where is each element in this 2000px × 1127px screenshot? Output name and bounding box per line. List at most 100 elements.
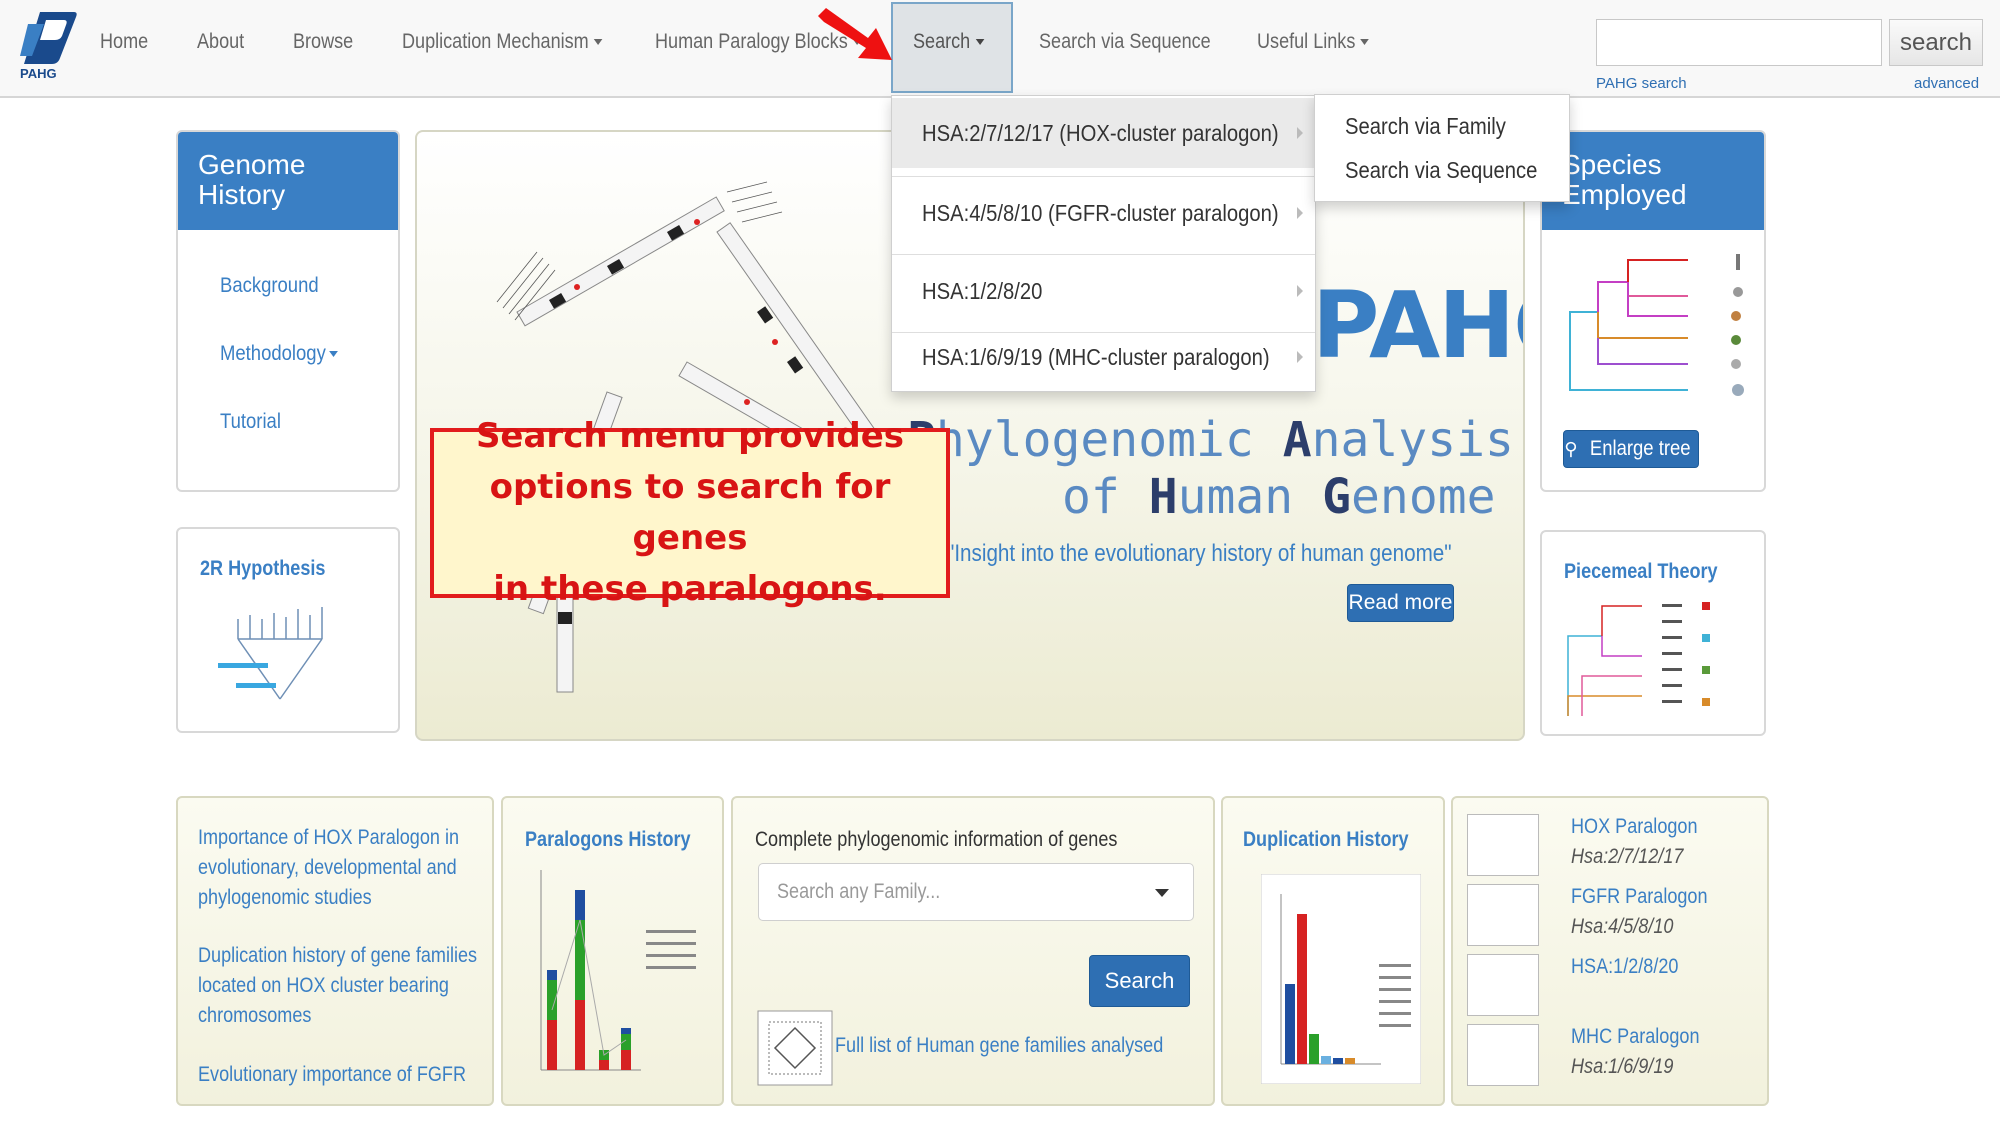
enlarge-tree-button[interactable]: ⚲ Enlarge tree (1563, 430, 1699, 468)
hero-tagline: "Insight into the evolutionary history o… (947, 540, 1452, 567)
genome-history-panel: Genome History Background Methodology Tu… (176, 130, 400, 492)
fgfr-paralogon-thumb[interactable] (1467, 884, 1539, 946)
submenu-search-via-sequence[interactable]: Search via Sequence (1345, 157, 1537, 184)
hsa-1-2-8-20-link[interactable]: HSA:1/2/8/20 (1571, 952, 1678, 982)
family-search-select[interactable]: Search any Family... (758, 863, 1194, 921)
link-evolutionary-fgfr[interactable]: Evolutionary importance of FGFR (198, 1060, 466, 1090)
hox-paralogon-chromosomes: Hsa:2/7/12/17 (1571, 845, 1684, 868)
duplication-history-title[interactable]: Duplication History (1243, 828, 1409, 852)
callout-line3: in these paralogons. (493, 569, 887, 609)
callout-line1: Search menu provides (475, 416, 905, 456)
species-panel: Species Employed ⚲ Enlarge tree (1540, 130, 1766, 492)
family-search-button[interactable]: Search (1089, 955, 1190, 1007)
species-tree-image (1569, 254, 1744, 396)
chevron-right-icon (1297, 127, 1303, 139)
nav-browse[interactable]: Browse (293, 30, 353, 54)
mhc-paralogon-thumb[interactable] (1467, 1024, 1539, 1086)
hsa-1-2-8-20-thumb[interactable] (1467, 954, 1539, 1016)
nav-search[interactable]: Search (913, 30, 984, 54)
pahg-search-link[interactable]: PAHG search (1596, 75, 1687, 92)
hero-sub-letter-g: G (1322, 469, 1352, 525)
hypothesis-panel[interactable]: 2R Hypothesis (176, 527, 400, 733)
logo-icon[interactable]: PAHG (18, 8, 80, 82)
hypothesis-tree-image (218, 607, 323, 700)
paralogons-history-title[interactable]: Paralogons History (525, 828, 691, 852)
piecemeal-panel[interactable]: Piecemeal Theory (1540, 530, 1766, 736)
read-more-button[interactable]: Read more (1347, 584, 1454, 622)
nav-duplication-mechanism[interactable]: Duplication Mechanism (402, 30, 603, 54)
piecemeal-title[interactable]: Piecemeal Theory (1564, 560, 1718, 584)
sidebar-item-tutorial[interactable]: Tutorial (220, 410, 281, 434)
caret-down-icon (329, 351, 339, 358)
dropdown-item-mhc-label: HSA:1/6/9/19 (MHC-cluster paralogon) (922, 343, 1270, 370)
hero-logo-text: PAHG (1312, 272, 1523, 379)
submenu-search-via-family[interactable]: Search via Family (1345, 113, 1506, 140)
nav-home[interactable]: Home (100, 30, 148, 54)
link-duplication-history-line1: Duplication history of gene families (198, 944, 478, 967)
mhc-paralogon-link[interactable]: MHC Paralogon Hsa:1/6/9/19 (1571, 1022, 1699, 1082)
dropdown-item-fgfr[interactable]: HSA:4/5/8/10 (FGFR-cluster paralogon) (892, 178, 1315, 248)
dropdown-item-hox[interactable]: HSA:2/7/12/17 (HOX-cluster paralogon) (892, 98, 1315, 168)
fgfr-paralogon-link[interactable]: FGFR Paralogon Hsa:4/5/8/10 (1571, 882, 1708, 942)
hero-sub-of: of (1062, 469, 1149, 525)
chevron-right-icon (1297, 351, 1303, 363)
hero-sub-letter-a: A (1282, 412, 1312, 468)
magnify-icon: ⚲ (1564, 438, 1578, 459)
hypothesis-title[interactable]: 2R Hypothesis (200, 557, 325, 581)
chevron-right-icon (1297, 285, 1303, 297)
genome-history-title-line2: History (198, 179, 286, 210)
sidebar-item-background[interactable]: Background (220, 274, 319, 298)
full-list-families-link[interactable]: Full list of Human gene families analyse… (835, 1031, 1163, 1061)
paralogons-history-chart (540, 870, 696, 1071)
link-duplication-history-line3: chromosomes (198, 1004, 312, 1027)
nav-useful-links[interactable]: Useful Links (1257, 30, 1370, 54)
site-search-button[interactable]: search (1889, 19, 1983, 66)
card-paralogons-history[interactable]: Paralogons History (501, 796, 724, 1106)
gene-families-thumbnail (757, 1010, 833, 1086)
card-duplication-history[interactable]: Duplication History (1221, 796, 1445, 1106)
callout-line2: options to search for genes (489, 467, 891, 558)
caret-down-icon (1360, 39, 1370, 46)
nav-useful-links-label: Useful Links (1257, 30, 1356, 53)
sidebar-item-methodology[interactable]: Methodology (220, 342, 339, 366)
card-hox-importance: Importance of HOX Paralogon in evolution… (176, 796, 494, 1106)
nav-duplication-mechanism-label: Duplication Mechanism (402, 30, 589, 53)
top-navbar: PAHG Home About Browse Duplication Mecha… (0, 0, 2000, 98)
site-search-input[interactable] (1596, 19, 1882, 66)
search-submenu: Search via Family Search via Sequence (1314, 94, 1570, 202)
dropdown-item-hsa-1-2-8-20-label: HSA:1/2/8/20 (922, 277, 1043, 304)
dropdown-item-hsa-1-2-8-20[interactable]: HSA:1/2/8/20 (892, 256, 1315, 326)
hox-paralogon-link[interactable]: HOX Paralogon Hsa:2/7/12/17 (1571, 812, 1698, 872)
nav-search-via-sequence[interactable]: Search via Sequence (1039, 30, 1211, 54)
dropdown-item-fgfr-label: HSA:4/5/8/10 (FGFR-cluster paralogon) (922, 199, 1279, 226)
link-duplication-history-line2: located on HOX cluster bearing (198, 974, 449, 997)
link-importance-hox-line1: Importance of HOX Paralogon in (198, 826, 460, 849)
hero-sub-word3: uman (1177, 469, 1323, 525)
mhc-paralogon-name: MHC Paralogon (1571, 1025, 1700, 1048)
card-family-search: Complete phylogenomic information of gen… (731, 796, 1215, 1106)
genome-history-header: Genome History (178, 132, 398, 230)
dropdown-item-mhc[interactable]: HSA:1/6/9/19 (MHC-cluster paralogon) (892, 322, 1315, 392)
nav-about[interactable]: About (197, 30, 244, 54)
logo-text: PAHG (20, 66, 57, 81)
hox-paralogon-thumb[interactable] (1467, 814, 1539, 876)
chevron-right-icon (1297, 207, 1303, 219)
hero-subtitle-line1: Phylogenomic Analysis (907, 412, 1514, 468)
dropdown-divider (892, 254, 1315, 255)
link-duplication-history-hox[interactable]: Duplication history of gene families loc… (198, 941, 477, 1031)
hero-sub-word2: nalysis (1311, 412, 1514, 468)
dropdown-item-hox-label: HSA:2/7/12/17 (HOX-cluster paralogon) (922, 119, 1279, 146)
advanced-search-link[interactable]: advanced (1914, 75, 1979, 92)
enlarge-tree-label: Enlarge tree (1590, 437, 1691, 460)
hox-paralogon-name: HOX Paralogon (1571, 815, 1698, 838)
piecemeal-tree-image (1567, 602, 1710, 716)
annotation-callout: Search menu provides options to search f… (430, 416, 950, 609)
hero-sub-letter-h: H (1148, 469, 1178, 525)
card-paralogon-list: HOX Paralogon Hsa:2/7/12/17 FGFR Paralog… (1451, 796, 1769, 1106)
red-arrow-icon (818, 8, 892, 60)
species-header: Species Employed (1542, 132, 1764, 230)
hero-sub-word4: enome (1351, 469, 1496, 525)
hero-subtitle-line2: of Human Genome (1062, 469, 1496, 525)
link-importance-hox[interactable]: Importance of HOX Paralogon in evolution… (198, 823, 459, 913)
family-search-placeholder: Search any Family... (777, 880, 941, 903)
